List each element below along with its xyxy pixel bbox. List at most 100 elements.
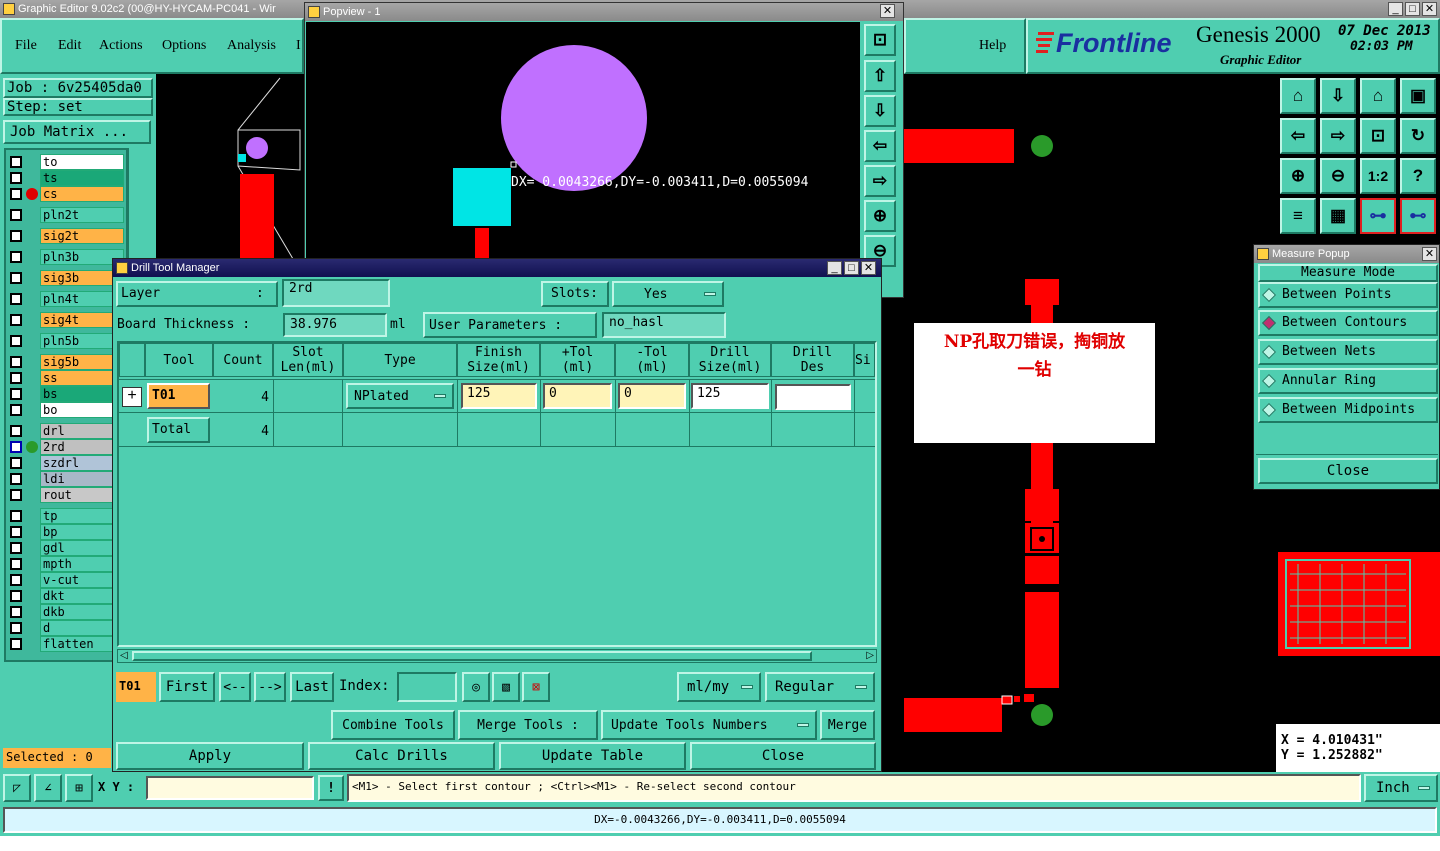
units-select[interactable]: Inch xyxy=(1364,774,1438,802)
menu-help[interactable]: Help xyxy=(979,38,1006,54)
layer-checkbox[interactable] xyxy=(10,335,22,347)
screen-icon[interactable]: ▧ xyxy=(492,672,520,702)
close-window-button[interactable]: ✕ xyxy=(1422,2,1437,16)
finish-size-input[interactable]: 125 xyxy=(461,383,537,409)
layer-row-sig5b[interactable]: sig5b xyxy=(6,354,124,370)
layer-checkbox[interactable] xyxy=(10,156,22,168)
plus-tol-input[interactable]: 0 xyxy=(543,383,612,409)
layer-checkbox[interactable] xyxy=(10,542,22,554)
grid-icon[interactable]: ▦ xyxy=(1320,198,1356,234)
help-icon[interactable]: ? xyxy=(1400,158,1436,194)
prev-button[interactable]: <-- xyxy=(219,672,251,702)
layer-row-ldi[interactable]: ldi xyxy=(6,471,124,487)
layer-checkbox[interactable] xyxy=(10,272,22,284)
tool-name-cell[interactable]: T01 xyxy=(147,383,210,409)
layer-row-bp[interactable]: bp xyxy=(6,524,124,540)
layer-checkbox[interactable] xyxy=(10,441,22,453)
calc-drills-button[interactable]: Calc Drills xyxy=(308,742,495,770)
layer-row-drl[interactable]: drl xyxy=(6,423,124,439)
mode-between-contours[interactable]: Between Contours xyxy=(1258,310,1438,336)
snap-icon[interactable]: ◸ xyxy=(3,774,31,802)
house-icon[interactable]: ⌂ xyxy=(1360,78,1396,114)
layer-row-d[interactable]: d xyxy=(6,620,124,636)
layer-checkbox[interactable] xyxy=(10,188,22,200)
layer-row-pln5b[interactable]: pln5b xyxy=(6,333,124,349)
mode-between-nets[interactable]: Between Nets xyxy=(1258,339,1438,365)
layer-checkbox[interactable] xyxy=(10,473,22,485)
layer-checkbox[interactable] xyxy=(10,372,22,384)
mode-between-points[interactable]: Between Points xyxy=(1258,282,1438,308)
scroll-thumb[interactable] xyxy=(132,651,812,661)
measure-icon[interactable]: ⊶ xyxy=(1360,198,1396,234)
layer-name[interactable]: cs xyxy=(40,186,124,202)
pan-left-icon[interactable]: ⇦ xyxy=(1280,118,1316,154)
pan-down-icon[interactable]: ⇩ xyxy=(1320,78,1356,114)
menu-options[interactable]: Options xyxy=(162,38,206,54)
layer-row-gdl[interactable]: gdl xyxy=(6,540,124,556)
layer-row-sig2t[interactable]: sig2t xyxy=(6,228,124,244)
popview-up-icon[interactable]: ⇧ xyxy=(864,60,896,92)
layer-checkbox[interactable] xyxy=(10,590,22,602)
layer-checkbox[interactable] xyxy=(10,574,22,586)
layer-row-to[interactable]: to xyxy=(6,154,124,170)
xy-input[interactable] xyxy=(146,776,314,800)
layer-row-cs[interactable]: cs xyxy=(6,186,124,202)
next-button[interactable]: --> xyxy=(254,672,286,702)
zoom-home-icon[interactable]: ⌂ xyxy=(1280,78,1316,114)
menu-file[interactable]: File xyxy=(15,38,37,54)
layer-checkbox[interactable] xyxy=(10,209,22,221)
zoom-fit-icon[interactable]: ⊡ xyxy=(1360,118,1396,154)
mode-dropdown[interactable]: Regular xyxy=(765,672,875,702)
popview-zoom-in-icon[interactable]: ⊕ xyxy=(864,200,896,232)
scale-one-two-icon[interactable]: 1:2 xyxy=(1360,158,1396,194)
layer-checkbox[interactable] xyxy=(10,356,22,368)
layer-checkbox[interactable] xyxy=(10,314,22,326)
layer-row-rout[interactable]: rout xyxy=(6,487,124,503)
layer-row-ts[interactable]: ts xyxy=(6,170,124,186)
popview-close-button[interactable]: ✕ xyxy=(880,4,895,18)
mode-annular-ring[interactable]: Annular Ring xyxy=(1258,368,1438,394)
layer-row-sig4t[interactable]: sig4t xyxy=(6,312,124,328)
layer-row-sig3b[interactable]: sig3b xyxy=(6,270,124,286)
ruler-icon[interactable]: ≡ xyxy=(1280,198,1316,234)
apply-button[interactable]: Apply xyxy=(116,742,304,770)
popview-down-icon[interactable]: ⇩ xyxy=(864,95,896,127)
layer-row-tp[interactable]: tp xyxy=(6,508,124,524)
layer-row-mpth[interactable]: mpth xyxy=(6,556,124,572)
merge-button[interactable]: Merge xyxy=(820,710,875,740)
layer-row-flatten[interactable]: flatten xyxy=(6,636,124,652)
layer-row-ss[interactable]: ss xyxy=(6,370,124,386)
last-button[interactable]: Last xyxy=(290,672,334,702)
merge-tools-label[interactable]: Merge Tools : xyxy=(458,710,598,740)
layer-checkbox[interactable] xyxy=(10,638,22,650)
layer-row-pln2t[interactable]: pln2t xyxy=(6,207,124,223)
drill-size-input[interactable]: 125 xyxy=(691,383,769,409)
popview-left-icon[interactable]: ⇦ xyxy=(864,130,896,162)
dtm-close-x-button[interactable]: ✕ xyxy=(861,261,876,275)
board-thickness-input[interactable]: 38.976 xyxy=(283,313,387,337)
layer-row-dkt[interactable]: dkt xyxy=(6,588,124,604)
menu-analysis[interactable]: Analysis xyxy=(227,38,276,54)
layer-checkbox[interactable] xyxy=(10,388,22,400)
menu-edit[interactable]: Edit xyxy=(58,38,81,54)
menu-actions[interactable]: Actions xyxy=(99,38,143,54)
popview-right-icon[interactable]: ⇨ xyxy=(864,165,896,197)
layer-checkbox[interactable] xyxy=(10,293,22,305)
scroll-right-icon[interactable]: ▷ xyxy=(866,650,874,661)
slots-dropdown[interactable]: Yes xyxy=(612,281,724,307)
layer-checkbox[interactable] xyxy=(10,457,22,469)
layer-checkbox[interactable] xyxy=(10,172,22,184)
units-dropdown[interactable]: ml/my xyxy=(677,672,761,702)
menu-truncated[interactable]: I xyxy=(296,38,301,54)
layer-checkbox[interactable] xyxy=(10,622,22,634)
mode-between-midpoints[interactable]: Between Midpoints xyxy=(1258,397,1438,423)
layer-name[interactable]: pln2t xyxy=(40,207,124,223)
index-input[interactable] xyxy=(397,672,457,702)
overview-map[interactable] xyxy=(1278,552,1440,656)
zoom-out-icon[interactable]: ⊖ xyxy=(1320,158,1356,194)
delete-icon[interactable]: ⊠ xyxy=(522,672,550,702)
layer-checkbox[interactable] xyxy=(10,510,22,522)
measure-popup-close-x[interactable]: ✕ xyxy=(1422,247,1437,261)
first-button[interactable]: First xyxy=(159,672,215,702)
layer-value[interactable]: 2rd xyxy=(282,279,390,307)
